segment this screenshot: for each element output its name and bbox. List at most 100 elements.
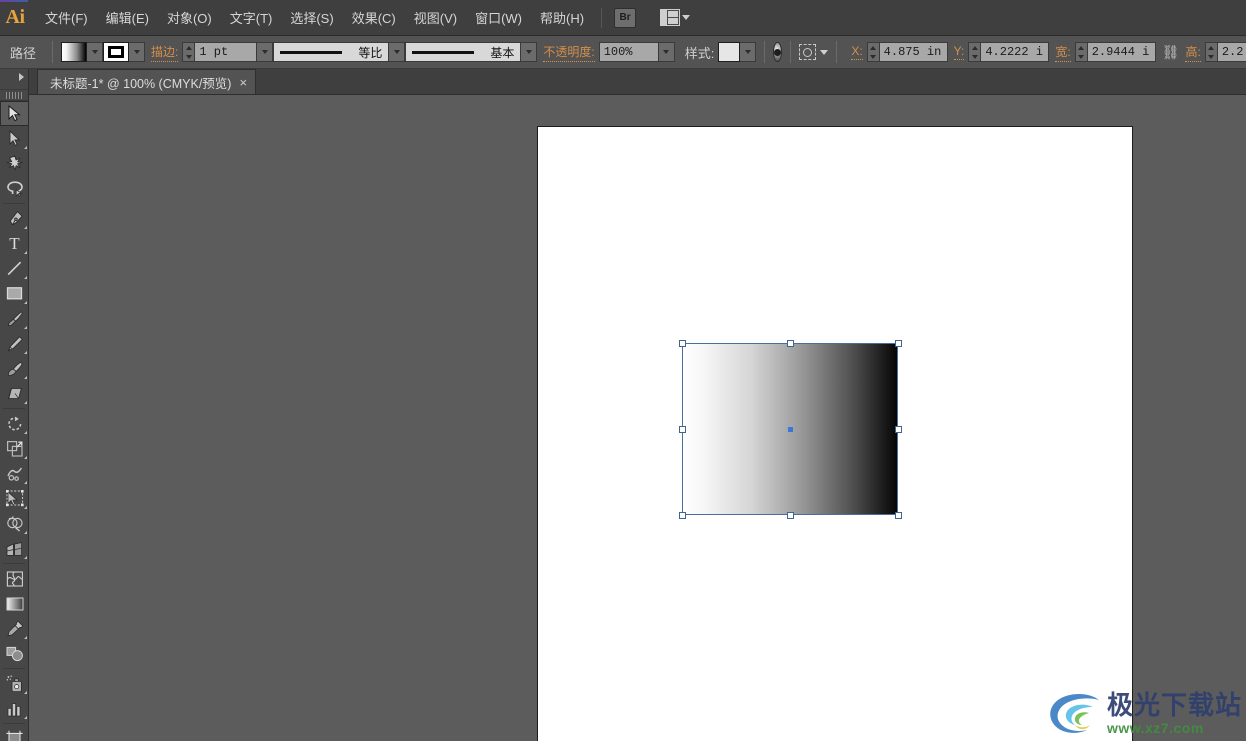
menu-file[interactable]: 文件(F) — [36, 4, 97, 31]
toolbox-drag-handle[interactable] — [0, 90, 28, 101]
paintbrush-tool[interactable] — [0, 306, 29, 331]
bridge-button[interactable]: Br — [614, 7, 637, 28]
stroke-weight-dropdown-button[interactable] — [257, 42, 274, 62]
stroke-weight-input[interactable]: 1 pt — [195, 42, 258, 62]
blend-tool[interactable] — [0, 641, 29, 666]
menu-view[interactable]: 视图(V) — [405, 4, 466, 31]
stroke-profile-dropdown-button[interactable] — [389, 42, 406, 62]
toolbox-divider-3 — [3, 563, 25, 564]
brush-definition-dropdown-button[interactable] — [521, 42, 538, 62]
column-graph-tool[interactable] — [0, 696, 29, 721]
gradient-tool[interactable] — [0, 591, 29, 616]
graphic-style-swatch[interactable] — [718, 42, 741, 62]
line-segment-tool[interactable] — [0, 256, 29, 281]
fill-swatch-group[interactable] — [61, 42, 104, 62]
artboard[interactable] — [537, 126, 1133, 741]
shape-builder-tool[interactable] — [0, 511, 29, 536]
transform-height-group[interactable]: 2.2 — [1204, 42, 1246, 62]
transform-width-group[interactable]: 2.9444 i — [1074, 42, 1156, 62]
type-tool[interactable]: T — [0, 231, 29, 256]
menu-edit[interactable]: 编辑(E) — [97, 4, 158, 31]
symbol-sprayer-tool[interactable] — [0, 671, 29, 696]
constrain-proportions-icon[interactable]: ⛓ — [1162, 44, 1180, 61]
fill-swatch[interactable] — [61, 42, 88, 62]
eraser-tool[interactable] — [0, 381, 29, 406]
rotate-tool[interactable] — [0, 411, 29, 436]
stroke-weight-group[interactable]: 1 pt — [182, 42, 274, 62]
stroke-weight-stepper[interactable] — [182, 42, 196, 62]
pen-tool[interactable] — [0, 206, 29, 231]
transform-x-input[interactable]: 4.875 in — [879, 42, 948, 62]
transform-y-input[interactable]: 4.2222 i — [981, 42, 1050, 62]
lasso-tool[interactable] — [0, 176, 29, 201]
opacity-group[interactable]: 100% — [598, 42, 675, 62]
tool-flyout-indicator — [24, 691, 27, 694]
transform-x-stepper[interactable] — [866, 42, 880, 62]
align-to-selection-icon[interactable] — [799, 44, 817, 60]
stroke-swatch-group[interactable] — [103, 42, 146, 62]
tool-flyout-indicator — [24, 531, 27, 534]
tool-flyout-indicator — [24, 226, 27, 229]
document-tab[interactable]: 未标题-1* @ 100% (CMYK/预览) × — [37, 69, 257, 94]
stroke-profile-label: 等比 — [358, 45, 383, 60]
opacity-dropdown-button[interactable] — [658, 42, 675, 62]
transform-x-group[interactable]: 4.875 in — [866, 42, 948, 62]
magic-wand-tool[interactable] — [0, 151, 29, 176]
stroke-profile-box[interactable]: 等比 — [273, 42, 390, 62]
chevron-down-icon — [261, 50, 268, 54]
stroke-profile-group[interactable]: 等比 — [273, 42, 406, 62]
toolbox-divider-4 — [3, 668, 25, 669]
rectangle-tool[interactable] — [0, 281, 29, 306]
toolbox-divider-5 — [3, 723, 25, 724]
arrange-documents-button[interactable] — [660, 9, 691, 26]
chevron-down-icon[interactable] — [820, 49, 829, 55]
menu-help[interactable]: 帮助(H) — [531, 4, 593, 31]
transform-height-stepper[interactable] — [1204, 42, 1218, 62]
menu-window[interactable]: 窗口(W) — [466, 4, 531, 31]
stroke-swatch[interactable] — [103, 42, 130, 62]
direct-selection-tool[interactable] — [0, 126, 29, 151]
canvas-area[interactable]: 极光下载站 www.xz7.com — [29, 95, 1246, 741]
selection-tool[interactable] — [0, 101, 29, 126]
close-icon[interactable]: × — [239, 76, 247, 89]
scale-tool[interactable] — [0, 436, 29, 461]
stroke-weight-label[interactable]: 描边: — [151, 43, 179, 62]
menu-object[interactable]: 对象(O) — [158, 4, 221, 31]
collapse-arrow-icon[interactable] — [19, 73, 24, 81]
recolor-artwork-icon[interactable] — [773, 42, 783, 62]
mesh-tool[interactable] — [0, 566, 29, 591]
stroke-dropdown-button[interactable] — [129, 42, 146, 62]
eyedropper-tool[interactable] — [0, 616, 29, 641]
toolbox-collapse-header[interactable] — [0, 69, 28, 90]
width-tool[interactable] — [0, 461, 29, 486]
opacity-input[interactable]: 100% — [598, 42, 659, 62]
transform-y-group[interactable]: 4.2222 i — [968, 42, 1050, 62]
fill-dropdown-button[interactable] — [87, 42, 104, 62]
transform-height-input[interactable]: 2.2 — [1217, 42, 1246, 62]
align-options-group[interactable] — [799, 44, 829, 60]
perspective-grid-tool[interactable] — [0, 536, 29, 561]
arrange-documents-icon — [660, 9, 681, 26]
menu-select[interactable]: 选择(S) — [281, 4, 342, 31]
blob-brush-tool[interactable] — [0, 356, 29, 381]
opacity-label[interactable]: 不透明度: — [543, 43, 595, 62]
graphic-style-dropdown-button[interactable] — [740, 42, 757, 62]
gradient-rectangle[interactable] — [683, 344, 897, 514]
menu-type[interactable]: 文字(T) — [221, 4, 282, 31]
transform-width-stepper[interactable] — [1074, 42, 1088, 62]
tool-flyout-indicator — [24, 716, 27, 719]
transform-width-input[interactable]: 2.9444 i — [1087, 42, 1156, 62]
artboard-tool[interactable] — [0, 726, 29, 741]
free-transform-tool[interactable] — [0, 486, 29, 511]
tool-flyout-indicator — [24, 326, 27, 329]
brush-definition-label: 基本 — [490, 45, 515, 60]
menubar-divider — [601, 7, 603, 28]
control-divider-3 — [790, 41, 792, 63]
brush-definition-box[interactable]: 基本 — [405, 42, 522, 62]
transform-y-stepper[interactable] — [968, 42, 982, 62]
control-divider-1 — [52, 41, 54, 63]
brush-definition-group[interactable]: 基本 — [405, 42, 538, 62]
graphic-style-group[interactable] — [718, 42, 757, 62]
menu-effect[interactable]: 效果(C) — [343, 4, 405, 31]
pencil-tool[interactable] — [0, 331, 29, 356]
